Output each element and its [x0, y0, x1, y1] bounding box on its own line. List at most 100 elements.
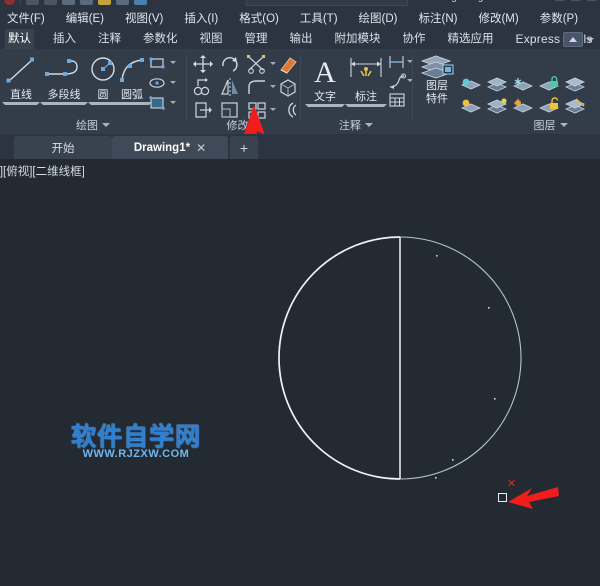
ribbon-tab-collaborate[interactable]: 协作	[400, 29, 429, 49]
circle-left-half-highlight[interactable]	[278, 236, 401, 480]
layer-merge-icon[interactable]	[563, 75, 587, 95]
chevron-down-icon[interactable]	[586, 37, 594, 42]
ellipse-dropdown-icon[interactable]	[170, 81, 176, 84]
ribbon-tab-annotate[interactable]: 注释	[95, 29, 124, 49]
doc-tab-drawing1[interactable]: Drawing1* ✕	[112, 136, 228, 159]
draw-line-dropdown[interactable]	[2, 102, 40, 105]
trim-dropdown-icon[interactable]	[270, 62, 276, 65]
osnap-markers	[435, 255, 496, 479]
ribbon-tab-manage[interactable]: 管理	[242, 29, 271, 49]
menu-bar[interactable]: 文件(F) 编辑(E) 视图(V) 插入(I) 格式(O) 工具(T) 绘图(D…	[0, 9, 600, 29]
doc-tab-start[interactable]: 开始	[14, 136, 112, 159]
menu-item-view[interactable]: 视图(V)	[125, 9, 163, 29]
rotate-icon[interactable]	[219, 54, 241, 74]
annotation-text-label: 文字	[314, 91, 336, 103]
qat-separator	[20, 0, 21, 5]
minimize-icon[interactable]	[555, 0, 564, 1]
fillet-dropdown-icon[interactable]	[270, 85, 276, 88]
annotation-dimension-dropdown[interactable]	[345, 104, 387, 107]
copy-icon[interactable]	[192, 77, 214, 97]
menu-item-format[interactable]: 格式(O)	[239, 9, 279, 29]
open-icon[interactable]	[44, 0, 57, 5]
annotation-panel-expand-icon[interactable]	[365, 123, 373, 127]
menu-item-edit[interactable]: 编辑(E)	[66, 9, 104, 29]
ribbon-panel-draw-title[interactable]: 绘图	[0, 117, 186, 133]
explode-icon[interactable]	[277, 77, 299, 97]
save-icon[interactable]	[62, 0, 75, 5]
annotation-text-button[interactable]: A 文字	[305, 55, 345, 107]
ribbon-tab-view[interactable]: 视图	[197, 29, 226, 49]
hatch-icon[interactable]	[148, 95, 166, 111]
title-bar: Drawing1.dwg	[0, 0, 600, 9]
rectangle-dropdown-icon[interactable]	[170, 61, 176, 64]
layer-delete-icon[interactable]	[563, 97, 587, 117]
ribbon-panel-annotation-title[interactable]: 注释	[301, 117, 411, 133]
new-document-tab-button[interactable]: +	[230, 136, 258, 159]
mirror-icon[interactable]	[219, 77, 241, 97]
menu-item-draw[interactable]: 绘图(D)	[359, 9, 398, 29]
layers-panel-expand-icon[interactable]	[559, 123, 568, 127]
ribbon-workspace-control[interactable]	[563, 32, 594, 47]
trim-icon[interactable]	[246, 54, 268, 74]
layer-unisolate-icon[interactable]	[485, 97, 509, 117]
erase-icon[interactable]	[277, 54, 299, 74]
draw-polyline-button[interactable]: 多段线	[40, 55, 88, 105]
ribbon-tab-insert[interactable]: 插入	[50, 29, 79, 49]
menu-item-modify[interactable]: 修改(M)	[478, 9, 518, 29]
ribbon-tab-output[interactable]: 输出	[287, 29, 316, 49]
new-tab-plus-icon: +	[239, 139, 249, 156]
hatch-dropdown-icon[interactable]	[170, 101, 176, 104]
plot-icon[interactable]	[98, 0, 111, 5]
leader-icon[interactable]	[387, 73, 407, 90]
ribbon-panel-layers-title[interactable]: 图层	[413, 117, 600, 133]
layer-properties-button[interactable]: 图层 特件	[415, 53, 459, 105]
fillet-icon[interactable]	[246, 77, 268, 97]
autocad-window: Drawing1.dwg 文件(F) 编辑(E) 视图(V) 插入(I) 格式(…	[0, 0, 600, 586]
menu-item-insert[interactable]: 插入(I)	[184, 9, 218, 29]
ribbon-tab-featured-apps[interactable]: 精选应用	[445, 29, 497, 49]
ribbon-tab-strip[interactable]: 默认 插入 注释 参数化 视图 管理 输出 附加模块 协作 精选应用 Expre…	[0, 29, 600, 50]
layer-on-icon[interactable]	[459, 97, 483, 117]
search-input[interactable]	[246, 0, 408, 6]
window-controls[interactable]	[555, 0, 596, 1]
saveas-icon[interactable]	[80, 0, 93, 5]
new-icon[interactable]	[26, 0, 39, 5]
ellipse-icon[interactable]	[148, 75, 166, 91]
drawing-canvas[interactable]: -][俯视][二维线框] 软件自学网 WWW.RJZXW.COM ✕	[0, 159, 600, 586]
layer-thaw-icon[interactable]	[511, 97, 535, 117]
layers-panel-label: 图层	[533, 120, 556, 132]
document-tab-bar[interactable]: 开始 Drawing1* ✕ +	[0, 134, 600, 160]
redo-icon[interactable]	[134, 0, 147, 5]
workspace-chip-icon[interactable]	[563, 32, 583, 47]
table-icon[interactable]	[387, 92, 407, 109]
layer-off-icon[interactable]	[459, 75, 483, 95]
linear-dim-icon[interactable]	[387, 54, 407, 71]
layer-lock-icon[interactable]	[537, 75, 561, 95]
annotation-dimension-button[interactable]: 标注	[345, 55, 387, 107]
menu-item-file[interactable]: 文件(F)	[7, 9, 45, 29]
menu-item-parametric[interactable]: 参数(P)	[540, 9, 578, 29]
draw-panel-expand-icon[interactable]	[102, 123, 110, 127]
draw-arc-button[interactable]: 圆弧	[112, 55, 152, 105]
layer-isolate-icon[interactable]	[485, 75, 509, 95]
text-icon: A	[314, 56, 336, 87]
doc-tab-close-icon[interactable]: ✕	[196, 141, 206, 155]
quick-access-toolbar[interactable]	[4, 0, 147, 5]
annotation-text-dropdown[interactable]	[305, 104, 345, 107]
ribbon-tab-addins[interactable]: 附加模块	[332, 29, 384, 49]
rectangle-icon[interactable]	[148, 55, 166, 71]
draw-polyline-dropdown[interactable]	[40, 102, 88, 105]
layer-unlock-icon[interactable]	[537, 97, 561, 117]
menu-item-tools[interactable]: 工具(T)	[300, 9, 338, 29]
ribbon-tab-parametric[interactable]: 参数化	[140, 29, 181, 49]
layer-freeze-icon[interactable]	[511, 75, 535, 95]
maximize-icon[interactable]	[571, 0, 580, 1]
undo-icon[interactable]	[116, 0, 129, 5]
app-menu-icon[interactable]	[4, 0, 15, 5]
draw-arc-dropdown[interactable]	[112, 102, 152, 105]
move-icon[interactable]	[192, 54, 214, 74]
draw-line-button[interactable]: 直线	[2, 55, 40, 105]
ribbon-tab-home[interactable]: 默认	[5, 29, 34, 49]
close-icon[interactable]	[587, 0, 596, 1]
menu-item-dimension[interactable]: 标注(N)	[419, 9, 458, 29]
